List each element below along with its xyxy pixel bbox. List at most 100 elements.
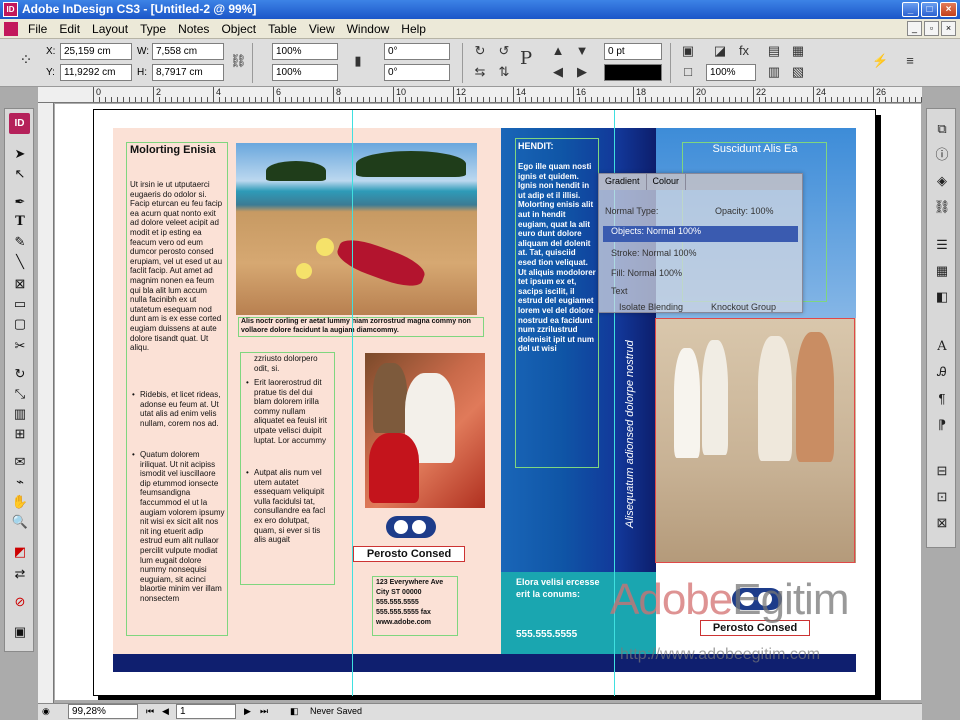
transform-panel-icon[interactable]: ⊠ — [932, 513, 952, 533]
previous-page-icon[interactable]: ◀ — [162, 704, 169, 719]
selected-frame[interactable] — [655, 318, 855, 563]
fit-content-icon[interactable]: ▥ — [766, 64, 782, 80]
rotate-tool-icon[interactable]: ↻ — [10, 365, 30, 383]
text-wrap-icon[interactable]: ▤ — [766, 43, 782, 59]
links-panel-icon[interactable]: ⛓ — [932, 197, 952, 217]
rotate-cw-icon[interactable]: ↻ — [472, 43, 488, 59]
first-page-icon[interactable]: ⏮ — [146, 704, 154, 719]
opacity-row[interactable]: Opacity: 100% — [715, 206, 774, 216]
select-previous-icon[interactable]: ◀ — [550, 64, 566, 80]
open-in-bridge-icon[interactable]: ◧ — [290, 704, 299, 719]
stroke-icon[interactable]: □ — [680, 64, 696, 80]
type-tool-icon[interactable]: T — [10, 213, 30, 231]
close-button[interactable]: × — [940, 2, 957, 17]
panel-menu-icon[interactable]: ≡ — [902, 53, 918, 69]
scissors-tool-icon[interactable]: ✂ — [10, 337, 30, 355]
free-transform-tool-icon[interactable]: ⊞ — [10, 425, 30, 443]
minimize-button[interactable]: _ — [902, 2, 919, 17]
doc-minimize-button[interactable]: _ — [907, 21, 922, 36]
tab-gradient[interactable]: Gradient — [599, 174, 647, 190]
scale-y-field[interactable]: 100% — [272, 64, 338, 81]
menu-help[interactable]: Help — [395, 19, 432, 39]
effects-icon[interactable]: fx — [736, 43, 752, 59]
button-tool-icon[interactable]: ▢ — [10, 315, 30, 333]
next-page-icon[interactable]: ▶ — [244, 704, 251, 719]
swap-colors-icon[interactable]: ⇄ — [10, 565, 30, 583]
stroke-type-select[interactable] — [604, 64, 662, 81]
stroke-weight-field[interactable]: 0 pt — [604, 43, 662, 60]
doc-restore-button[interactable]: ▫ — [924, 21, 939, 36]
select-container-icon[interactable]: ▲ — [550, 43, 566, 59]
scale-x-field[interactable]: 100% — [272, 43, 338, 60]
line-tool-icon[interactable]: ╲ — [10, 253, 30, 271]
y-position-field[interactable]: 11,9292 cm — [60, 64, 132, 81]
rotate-ccw-icon[interactable]: ↺ — [496, 43, 512, 59]
character-panel-icon[interactable]: A — [932, 337, 952, 357]
menu-view[interactable]: View — [303, 19, 341, 39]
quick-apply-icon[interactable]: ⚡ — [872, 53, 888, 69]
opacity-field[interactable]: 100% — [706, 64, 756, 81]
scale-tool-icon[interactable]: ⤡ — [10, 385, 30, 403]
rectangle-tool-icon[interactable]: ▭ — [10, 295, 30, 313]
menu-notes[interactable]: Notes — [172, 19, 215, 39]
knockout-group-checkbox[interactable]: Knockout Group — [711, 302, 776, 312]
menu-edit[interactable]: Edit — [53, 19, 86, 39]
last-page-icon[interactable]: ⏭ — [260, 704, 268, 719]
menu-file[interactable]: File — [22, 19, 53, 39]
shear-field[interactable]: 0° — [384, 64, 450, 81]
selection-tool-icon[interactable]: ➤ — [10, 145, 30, 163]
fill-icon[interactable]: ▣ — [680, 43, 696, 59]
view-menu-icon[interactable]: ◉ — [42, 704, 50, 719]
menu-window[interactable]: Window — [341, 19, 396, 39]
swatches-panel-icon[interactable]: ▦ — [932, 261, 952, 281]
x-position-field[interactable]: 25,159 cm — [60, 43, 132, 60]
menu-object[interactable]: Object — [215, 19, 262, 39]
fill-row[interactable]: Fill: Normal 100% — [611, 268, 682, 278]
rectangle-frame-tool-icon[interactable]: ⊠ — [10, 275, 30, 293]
height-field[interactable]: 8,7917 cm — [152, 64, 224, 81]
eyedropper-tool-icon[interactable]: ⌁ — [10, 473, 30, 491]
menu-type[interactable]: Type — [134, 19, 172, 39]
gradient-tool-icon[interactable]: ▥ — [10, 405, 30, 423]
info-panel-icon[interactable]: ⓘ — [932, 145, 952, 165]
align-panel-icon[interactable]: ⊟ — [932, 461, 952, 481]
constrain-scale-icon[interactable]: ▮ — [350, 53, 366, 69]
hand-tool-icon[interactable]: ✋ — [10, 493, 30, 511]
isolate-blending-checkbox[interactable]: Isolate Blending — [619, 302, 683, 312]
note-tool-icon[interactable]: ✉ — [10, 453, 30, 471]
frame-fit-icon[interactable]: ▦ — [790, 43, 806, 59]
color-panel-icon[interactable]: ◧ — [932, 287, 952, 307]
paragraph-styles-icon[interactable]: ⁋ — [932, 415, 952, 435]
character-styles-icon[interactable]: Ꭿ — [932, 363, 952, 383]
apply-none-icon[interactable]: ⊘ — [10, 593, 30, 611]
menu-layout[interactable]: Layout — [86, 19, 134, 39]
select-content-icon[interactable]: ▼ — [574, 43, 590, 59]
pencil-tool-icon[interactable]: ✎ — [10, 233, 30, 251]
beach-photo[interactable] — [236, 143, 477, 315]
pathfinder-panel-icon[interactable]: ⊡ — [932, 487, 952, 507]
pen-tool-icon[interactable]: ✒ — [10, 193, 30, 211]
zoom-tool-icon[interactable]: 🔍 — [10, 513, 30, 531]
fill-stroke-swatch-icon[interactable]: ◩ — [10, 543, 30, 561]
reference-point-icon[interactable]: ⁘ — [18, 53, 34, 69]
pages-panel-icon[interactable]: ⧉ — [932, 119, 952, 139]
blend-mode-row[interactable]: Normal Type: — [605, 206, 658, 216]
page-field[interactable]: 1 — [176, 704, 236, 719]
layers-panel-icon[interactable]: ◈ — [932, 171, 952, 191]
tab-colour[interactable]: Colour — [647, 174, 687, 190]
maximize-button[interactable]: □ — [921, 2, 938, 17]
objects-row[interactable]: Objects: Normal 100% — [603, 226, 798, 242]
flip-vertical-icon[interactable]: ⇅ — [496, 64, 512, 80]
doc-close-button[interactable]: × — [941, 21, 956, 36]
constrain-proportions-icon[interactable]: ⛓ — [230, 53, 247, 69]
width-field[interactable]: 7,558 cm — [152, 43, 224, 60]
screen-mode-icon[interactable]: ▣ — [10, 623, 30, 641]
stroke-row[interactable]: Stroke: Normal 100% — [611, 248, 697, 258]
drop-shadow-icon[interactable]: ◪ — [712, 43, 728, 59]
stroke-panel-icon[interactable]: ☰ — [932, 235, 952, 255]
select-next-icon[interactable]: ▶ — [574, 64, 590, 80]
text-row[interactable]: Text — [611, 286, 628, 296]
friends-photo[interactable] — [365, 353, 485, 508]
paragraph-panel-icon[interactable]: ¶ — [932, 389, 952, 409]
fit-frame-icon[interactable]: ▧ — [790, 64, 806, 80]
